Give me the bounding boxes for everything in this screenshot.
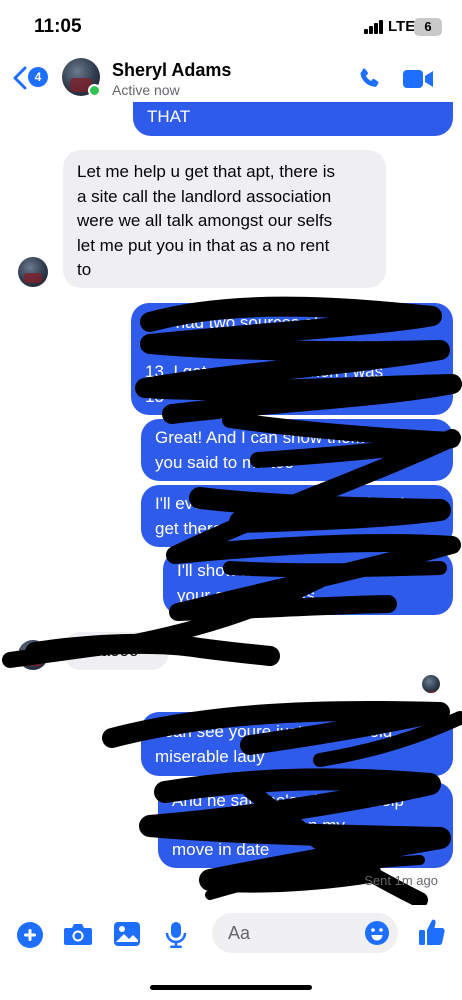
message-input-placeholder: Aa bbox=[228, 923, 251, 943]
message-line: And he said he's willing to help bbox=[172, 791, 404, 810]
contact-status: Active now bbox=[112, 82, 180, 98]
contact-name[interactable]: Sheryl Adams bbox=[112, 60, 231, 81]
network-label: LTE bbox=[388, 18, 416, 35]
message-outgoing[interactable]: THAT bbox=[133, 102, 453, 136]
message-line: let me put you in that as a no rent bbox=[77, 235, 330, 255]
message-input[interactable]: Aa bbox=[212, 913, 398, 953]
message-line: you said to me too bbox=[155, 452, 294, 472]
back-chevron-icon[interactable] bbox=[12, 66, 28, 90]
battery-icon: 6 bbox=[414, 18, 442, 36]
message-line: Let me help u get that apt, there is bbox=[77, 162, 335, 181]
sent-timestamp: Sent 1m ago bbox=[364, 873, 438, 888]
message-line: move in date bbox=[172, 840, 270, 859]
message-line: THAT bbox=[147, 107, 191, 126]
message-line: to bbox=[77, 260, 92, 279]
microphone-icon[interactable] bbox=[165, 921, 187, 949]
message-line: your grandparents bbox=[177, 585, 315, 605]
emoji-icon[interactable] bbox=[364, 920, 390, 946]
message-line: Lmaooo bbox=[77, 641, 139, 660]
camera-icon[interactable] bbox=[63, 921, 93, 947]
message-line: 13 bbox=[145, 386, 164, 406]
message-line: were we all talk amongst our selfs bbox=[77, 211, 333, 230]
contact-avatar-small[interactable] bbox=[18, 640, 48, 670]
message-line: Great! And I can show them what bbox=[155, 428, 406, 447]
message-outgoing[interactable]: I'll show it to them and your grandparen… bbox=[163, 551, 453, 615]
message-incoming[interactable]: Let me help u get that apt, there is a s… bbox=[63, 150, 386, 288]
message-outgoing[interactable]: I can see youre just another old miserab… bbox=[141, 712, 453, 776]
plus-icon[interactable] bbox=[16, 921, 44, 949]
message-incoming[interactable]: Lmaooo bbox=[63, 632, 169, 670]
message-line: I'll show it to them and bbox=[177, 561, 345, 580]
message-line: a site call the landlord association bbox=[77, 186, 332, 206]
online-status-dot bbox=[88, 84, 101, 97]
gallery-icon[interactable] bbox=[113, 921, 141, 947]
unread-count-badge[interactable]: 4 bbox=[28, 67, 48, 87]
read-receipt-avatar bbox=[422, 675, 440, 693]
chat-header: 4 Sheryl Adams Active now bbox=[0, 52, 462, 108]
message-outgoing[interactable]: I've had two sources of income since I w… bbox=[131, 303, 453, 415]
message-line: I've had two sources of income bbox=[145, 313, 378, 332]
message-line: I'll even show the landlord when I bbox=[155, 494, 405, 513]
message-line: I can see youre just another old bbox=[155, 722, 393, 741]
message-line: me you know when my bbox=[172, 815, 345, 835]
status-bar: 11:05 LTE 6 bbox=[0, 0, 462, 52]
contact-avatar-small[interactable] bbox=[18, 257, 48, 287]
status-time: 11:05 bbox=[34, 16, 82, 37]
message-outgoing[interactable]: And he said he's willing to help me you … bbox=[158, 782, 453, 868]
signal-icon bbox=[364, 20, 384, 34]
video-camera-icon[interactable] bbox=[402, 68, 434, 90]
message-line: miserable lady bbox=[155, 746, 265, 766]
home-indicator bbox=[150, 985, 312, 990]
message-line: since I was 15. I bought my first car at bbox=[145, 337, 431, 357]
message-line: get there bbox=[155, 518, 223, 538]
message-outgoing[interactable]: Great! And I can show them what you said… bbox=[141, 419, 453, 481]
thumbs-up-icon[interactable] bbox=[418, 917, 446, 947]
message-line: 13. I got my first job when I was bbox=[145, 362, 384, 381]
phone-icon[interactable] bbox=[356, 66, 382, 92]
message-outgoing[interactable]: I'll even show the landlord when I get t… bbox=[141, 485, 453, 547]
message-composer: Aa bbox=[0, 905, 462, 965]
